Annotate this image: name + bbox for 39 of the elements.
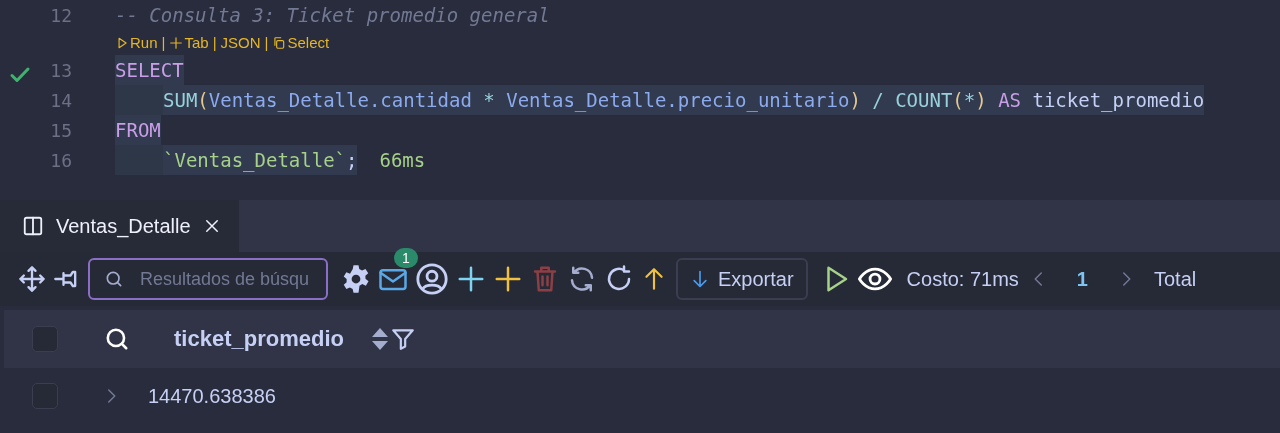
line-number: 16 <box>49 149 72 171</box>
line-number: 14 <box>49 89 72 111</box>
plus-icon[interactable] <box>493 264 523 294</box>
search-icon <box>104 269 124 289</box>
table-cell: 14470.638386 <box>148 384 276 408</box>
move-icon[interactable] <box>18 265 46 293</box>
panel-icon <box>22 215 44 237</box>
separator: | <box>212 34 217 51</box>
column-header[interactable]: ticket_promedio <box>174 326 344 352</box>
copy-icon <box>272 35 287 50</box>
export-button[interactable]: Exportar <box>676 258 808 300</box>
play-icon <box>115 35 129 50</box>
line-number: 13 <box>49 59 72 81</box>
codelens-link[interactable]: JSON <box>220 34 261 51</box>
result-tab[interactable]: Ventas_Detalle <box>0 200 239 252</box>
settings-icon[interactable] <box>341 264 371 294</box>
page-number[interactable]: 1 <box>1076 267 1088 291</box>
separator: | <box>161 34 166 51</box>
code-line: -- Consulta 3: Ticket promedio general <box>115 3 550 28</box>
duration-label: 66ms <box>379 149 426 171</box>
checkbox[interactable] <box>32 383 58 409</box>
plus-icon <box>169 35 184 50</box>
search-icon[interactable] <box>104 326 130 352</box>
codelens-link[interactable]: Run <box>115 34 158 51</box>
plus-icon[interactable] <box>456 264 486 294</box>
total-label: Total <box>1154 267 1197 291</box>
line-number: 12 <box>49 4 72 26</box>
checkbox[interactable] <box>32 326 58 352</box>
notification-badge: 1 <box>394 248 418 268</box>
arrow-down-icon <box>690 269 710 289</box>
separator: | <box>264 34 269 51</box>
sort-icon[interactable] <box>369 326 390 352</box>
user-icon[interactable] <box>415 262 449 296</box>
line-number: 15 <box>49 119 72 141</box>
cost-label: Costo: 71ms <box>906 267 1019 291</box>
codelens-link[interactable]: Select <box>272 34 330 51</box>
search-field[interactable]: Resultados de búsqu <box>88 258 328 300</box>
filter-icon[interactable] <box>389 326 416 352</box>
codelens-link[interactable]: Tab <box>169 34 209 51</box>
